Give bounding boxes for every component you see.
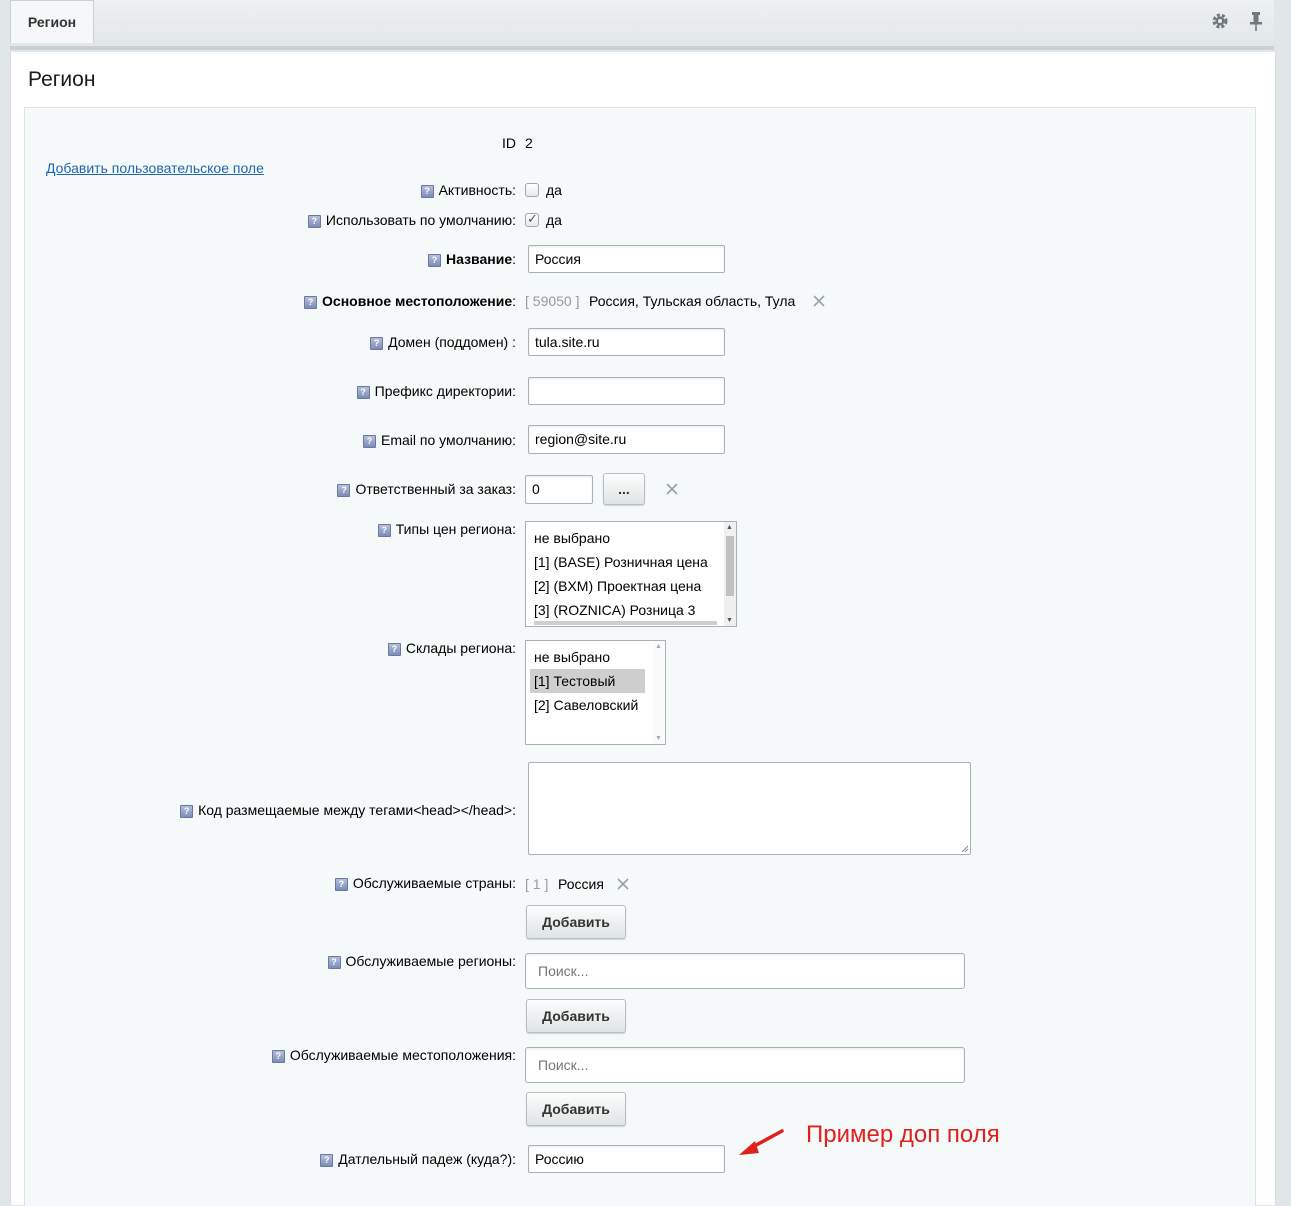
location-label: ? Основное местоположение: <box>304 293 516 309</box>
help-icon[interactable]: ? <box>370 337 384 350</box>
list-item[interactable]: не выбрано <box>530 645 610 669</box>
close-icon[interactable] <box>812 294 826 308</box>
responsible-input[interactable]: 0 <box>525 475 593 504</box>
help-icon[interactable]: ? <box>377 524 391 537</box>
check-icon: ✓ <box>527 211 538 226</box>
help-icon[interactable]: ? <box>334 878 348 891</box>
scroll-up-icon[interactable]: ▲ <box>726 524 733 531</box>
help-icon[interactable]: ? <box>428 254 442 267</box>
dative-input[interactable]: Россию <box>528 1145 725 1173</box>
add-region-button[interactable]: Добавить <box>526 999 626 1033</box>
close-icon[interactable] <box>616 877 630 891</box>
domain-label: ? Домен (поддомен) : <box>370 334 516 350</box>
prefix-label: ? Префикс директории: <box>356 383 516 399</box>
responsible-label: ? Ответственный за заказ: <box>337 481 516 497</box>
help-icon[interactable]: ? <box>363 435 377 448</box>
help-icon[interactable]: ? <box>271 1050 285 1063</box>
help-icon[interactable]: ? <box>356 386 370 399</box>
active-label: ? Активность: <box>420 182 516 198</box>
help-icon[interactable]: ? <box>337 484 351 497</box>
scroll-down-icon[interactable]: ▼ <box>726 617 733 624</box>
scrollbar[interactable]: ▲ ▼ <box>724 522 736 626</box>
country-code: [ 1 ] <box>525 876 549 892</box>
location-code: [ 59050 ] <box>525 293 580 309</box>
list-item-selected[interactable]: [1] Тестовый <box>530 669 645 693</box>
help-icon[interactable]: ? <box>307 215 321 228</box>
list-item[interactable]: [2] (BXM) Проектная цена <box>530 574 701 598</box>
price-types-select[interactable]: не выбрано [1] (BASE) Розничная цена [2]… <box>525 521 737 627</box>
regions-label: ? Обслуживаемые регионы: <box>327 953 516 969</box>
stores-select[interactable]: не выбрано [1] Тестовый [2] Савеловский … <box>525 640 666 745</box>
id-label: ID <box>502 135 516 151</box>
help-icon[interactable]: ? <box>327 956 341 969</box>
head-code-textarea[interactable] <box>528 762 971 855</box>
name-input[interactable]: Россия <box>528 245 725 273</box>
pin-icon[interactable] <box>1246 10 1266 32</box>
list-item[interactable]: [2] Савеловский <box>530 693 638 717</box>
price-types-label: ? Типы цен региона: <box>377 521 516 537</box>
add-location-button[interactable]: Добавить <box>526 1092 626 1126</box>
list-item[interactable]: [3] (ROZNICA) Розница 3 <box>530 598 695 622</box>
add-custom-field-link[interactable]: Добавить пользовательское поле <box>46 160 264 176</box>
prefix-input[interactable] <box>528 377 725 405</box>
scroll-down-icon[interactable]: ▼ <box>655 735 662 742</box>
scrollbar-thumb[interactable] <box>726 536 734 596</box>
scroll-up-icon[interactable]: ▲ <box>655 643 662 650</box>
page-title: Регион <box>28 68 96 91</box>
list-item[interactable]: не выбрано <box>530 526 610 550</box>
help-icon[interactable]: ? <box>387 643 401 656</box>
help-icon[interactable]: ? <box>320 1154 334 1167</box>
country-value: Россия <box>558 876 604 892</box>
close-icon[interactable] <box>665 482 679 496</box>
locations-label: ? Обслуживаемые местоположения: <box>271 1047 516 1063</box>
regions-search-input[interactable]: Поиск... <box>525 953 965 989</box>
default-checkbox[interactable]: ✓ <box>525 211 539 227</box>
help-icon[interactable]: ? <box>180 805 194 818</box>
main-panel: Регион <box>10 52 1276 1206</box>
default-label: ? Использовать по умолчанию: <box>307 212 516 228</box>
gear-icon[interactable] <box>1210 10 1230 32</box>
arrow-icon <box>739 1129 784 1155</box>
name-label: ? Название: <box>428 251 516 267</box>
email-label: ? Email по умолчанию: <box>363 432 516 448</box>
tab-bar: Регион <box>10 0 1274 50</box>
annotation-text: Пример доп поля <box>806 1121 1000 1148</box>
default-option-label: да <box>546 212 562 228</box>
add-country-button[interactable]: Добавить <box>526 905 626 939</box>
email-input[interactable]: region@site.ru <box>528 425 725 454</box>
list-item-partial <box>534 621 717 625</box>
active-option-label: да <box>546 182 562 198</box>
dative-label: ? Датлельный падеж (куда?): <box>320 1151 516 1167</box>
head-code-label: ? Код размещаемые между тегами<head></hea… <box>180 802 516 818</box>
responsible-select-button[interactable]: ... <box>603 473 645 505</box>
location-value: Россия, Тульская область, Тула <box>589 293 796 309</box>
countries-label: ? Обслуживаемые страны: <box>334 875 516 891</box>
list-item[interactable]: [1] (BASE) Розничная цена <box>530 550 708 574</box>
scrollbar[interactable]: ▲ ▼ <box>653 641 665 744</box>
tab-region[interactable]: Регион <box>10 0 94 43</box>
id-value: 2 <box>525 135 533 151</box>
domain-input[interactable]: tula.site.ru <box>528 328 725 356</box>
locations-search-input[interactable]: Поиск... <box>525 1047 965 1083</box>
stores-label: ? Склады региона: <box>387 640 516 656</box>
help-icon[interactable]: ? <box>420 185 434 198</box>
help-icon[interactable]: ? <box>304 296 318 309</box>
resize-handle-icon[interactable] <box>961 845 969 853</box>
active-checkbox[interactable] <box>525 183 539 197</box>
